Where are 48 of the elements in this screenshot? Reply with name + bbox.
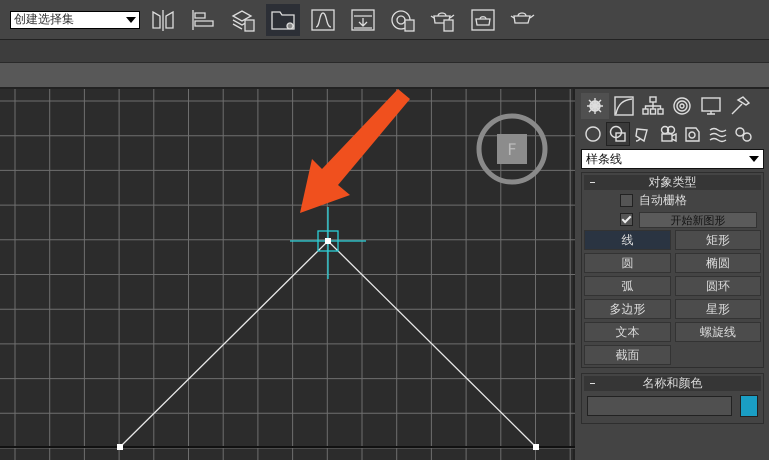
panel-icon xyxy=(350,8,376,32)
dropdown-caret-icon xyxy=(749,156,759,162)
name-field[interactable] xyxy=(587,396,732,416)
rings-icon xyxy=(671,96,693,116)
object-type-button[interactable]: 多边形 xyxy=(584,299,670,319)
camera-icon xyxy=(658,125,678,143)
category-tab[interactable] xyxy=(606,122,630,146)
hammer-icon xyxy=(729,96,751,116)
vertex-point xyxy=(117,444,123,450)
panel-tab[interactable] xyxy=(581,93,609,119)
object-type-button[interactable]: 星形 xyxy=(674,299,761,319)
mirror-icon xyxy=(150,8,176,32)
object-type-button[interactable]: 螺旋线 xyxy=(674,322,761,342)
subcategory-dropdown[interactable]: 样条线 xyxy=(581,149,764,169)
layers-icon xyxy=(230,8,256,32)
sphere-icon xyxy=(390,8,416,32)
gear-icon xyxy=(584,96,606,116)
hierarchy-icon xyxy=(642,96,664,116)
align-icon xyxy=(190,8,216,32)
rollout-header[interactable]: 对象类型 xyxy=(584,175,761,190)
circle-icon xyxy=(583,125,603,143)
object-type-button[interactable]: 圆 xyxy=(584,253,670,273)
rollout-header[interactable]: 名称和颜色 xyxy=(584,376,761,391)
object-type-button[interactable]: 弧 xyxy=(584,276,670,296)
minus-icon xyxy=(590,182,595,183)
viewcube-icon[interactable] xyxy=(476,114,548,184)
vertex-point xyxy=(533,444,539,450)
color-swatch[interactable] xyxy=(740,395,758,417)
arrow-icon xyxy=(300,89,410,213)
selection-set-dropdown[interactable]: 创建选择集 xyxy=(10,10,140,28)
monitor-icon xyxy=(700,96,722,116)
checkbox-label: 自动栅格 xyxy=(639,192,687,209)
teapot-icon xyxy=(470,8,496,32)
shapes-icon xyxy=(608,125,628,143)
minus-icon xyxy=(590,383,595,384)
dropdown-caret-icon xyxy=(126,16,136,22)
object-type-button[interactable]: 矩形 xyxy=(674,230,761,250)
toolbar-button[interactable] xyxy=(266,4,300,36)
object-type-button[interactable]: 文本 xyxy=(584,322,670,342)
object-type-button[interactable]: 线 xyxy=(584,230,670,250)
graph-icon xyxy=(310,8,336,32)
checkbox[interactable] xyxy=(620,213,633,226)
curve-icon xyxy=(613,96,635,116)
object-type-button[interactable]: 椭圆 xyxy=(674,253,761,273)
waves-icon xyxy=(708,125,728,143)
checkbox[interactable] xyxy=(620,194,633,207)
object-type-button[interactable]: 截面 xyxy=(584,345,670,365)
object-type-button[interactable]: 圆环 xyxy=(674,276,761,296)
